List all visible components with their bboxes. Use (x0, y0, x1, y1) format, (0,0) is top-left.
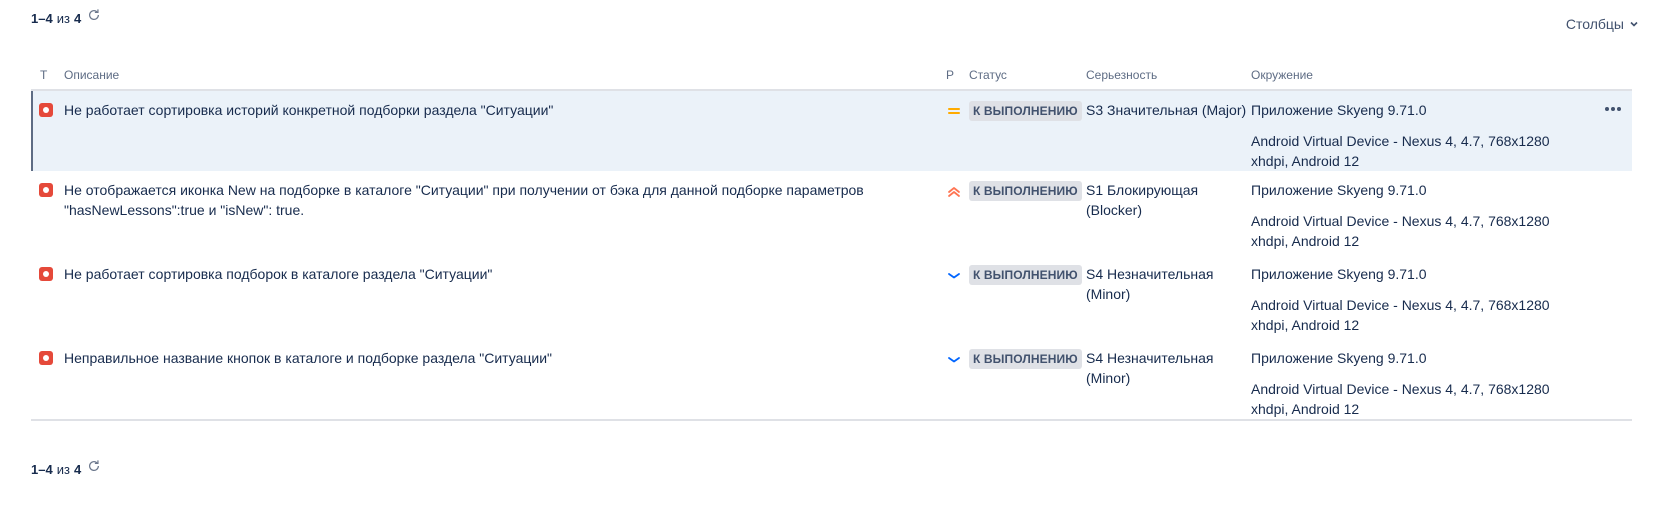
table-divider (31, 419, 1632, 421)
columns-button-label: Столбцы (1565, 16, 1624, 32)
environment-app: Приложение Skyeng 9.71.0 (1251, 350, 1427, 366)
severity-value: S3 Значительная (Major) (1086, 102, 1247, 118)
columns-button[interactable]: Столбцы (1566, 16, 1639, 32)
header-status[interactable]: Статус (969, 68, 1007, 82)
pagination-summary-top: 1–4 из 4 (31, 8, 101, 26)
pagination-range: 1–4 (31, 462, 53, 477)
header-severity[interactable]: Серьезность (1086, 68, 1157, 82)
issues-table: T Описание P Статус Серьезность Окружени… (31, 62, 1632, 423)
table-row[interactable]: Не работает сортировка подборок в катало… (31, 255, 1632, 339)
priority-low-icon (948, 273, 960, 279)
table-row[interactable]: Не работает сортировка историй конкретно… (31, 91, 1632, 171)
pagination-summary-bottom: 1–4 из 4 (31, 459, 101, 477)
environment-device: Android Virtual Device - Nexus 4, 4.7, 7… (1251, 297, 1550, 333)
header-priority[interactable]: P (946, 68, 954, 82)
priority-highest-icon (948, 187, 960, 197)
severity-value: S1 Блокирующая (Blocker) (1086, 182, 1199, 218)
status-badge: К ВЫПОЛНЕНИЮ (969, 349, 1082, 369)
pagination-range: 1–4 (31, 11, 53, 26)
pagination-of-label: из (56, 11, 70, 26)
status-badge: К ВЫПОЛНЕНИЮ (969, 101, 1082, 121)
pagination-total: 4 (73, 462, 82, 477)
pagination-total: 4 (73, 11, 82, 26)
environment-value: Приложение Skyeng 9.71.0 Android Virtual… (1251, 100, 1581, 171)
bug-icon (39, 183, 53, 197)
issue-summary[interactable]: Не работает сортировка подборок в катало… (64, 264, 904, 284)
environment-value: Приложение Skyeng 9.71.0 Android Virtual… (1251, 264, 1581, 335)
issue-summary[interactable]: Не работает сортировка историй конкретно… (64, 100, 904, 120)
environment-app: Приложение Skyeng 9.71.0 (1251, 182, 1427, 198)
environment-device: Android Virtual Device - Nexus 4, 4.7, 7… (1251, 213, 1550, 249)
table-header: T Описание P Статус Серьезность Окружени… (31, 62, 1632, 91)
refresh-icon[interactable] (87, 459, 101, 473)
priority-low-icon (948, 357, 960, 363)
environment-value: Приложение Skyeng 9.71.0 Android Virtual… (1251, 180, 1581, 251)
environment-device: Android Virtual Device - Nexus 4, 4.7, 7… (1251, 381, 1550, 417)
header-environment[interactable]: Окружение (1251, 68, 1313, 82)
bug-icon (39, 267, 53, 281)
chevron-down-icon (1630, 21, 1638, 27)
environment-app: Приложение Skyeng 9.71.0 (1251, 102, 1427, 118)
severity-value: S4 Незначительная (Minor) (1086, 350, 1214, 386)
table-row[interactable]: Не отображается иконка New на подборке в… (31, 171, 1632, 255)
bug-icon (39, 351, 53, 365)
status-badge: К ВЫПОЛНЕНИЮ (969, 265, 1082, 285)
environment-value: Приложение Skyeng 9.71.0 Android Virtual… (1251, 348, 1581, 419)
pagination-of-label: из (56, 462, 70, 477)
header-type[interactable]: T (40, 68, 47, 82)
bug-icon (39, 103, 53, 117)
severity-value: S4 Незначительная (Minor) (1086, 266, 1214, 302)
header-description[interactable]: Описание (64, 68, 119, 82)
status-badge: К ВЫПОЛНЕНИЮ (969, 181, 1082, 201)
environment-app: Приложение Skyeng 9.71.0 (1251, 266, 1427, 282)
refresh-icon[interactable] (87, 8, 101, 22)
issue-summary[interactable]: Не отображается иконка New на подборке в… (64, 180, 904, 220)
table-row[interactable]: Неправильное название кнопок в каталоге … (31, 339, 1632, 423)
priority-medium-icon (948, 108, 960, 114)
environment-device: Android Virtual Device - Nexus 4, 4.7, 7… (1251, 133, 1550, 169)
issue-summary[interactable]: Неправильное название кнопок в каталоге … (64, 348, 904, 368)
more-actions-icon[interactable] (1604, 106, 1622, 112)
